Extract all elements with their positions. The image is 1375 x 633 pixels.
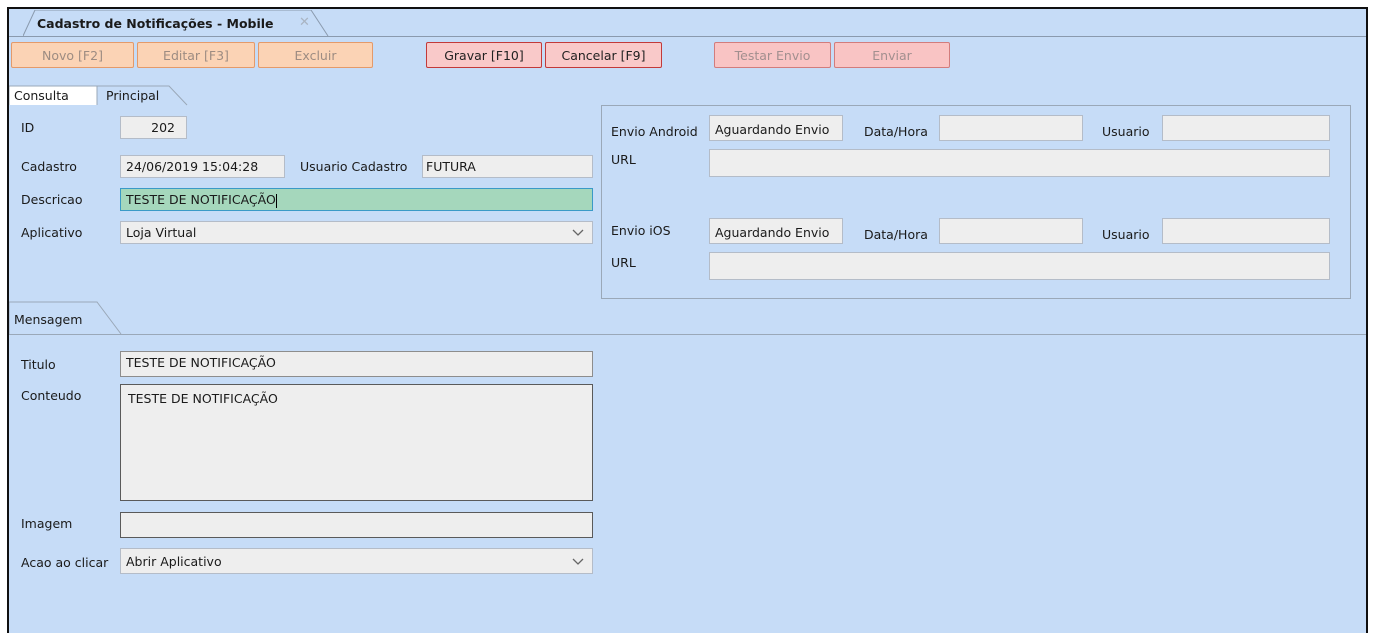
editar-button[interactable]: Editar [F3] bbox=[137, 42, 255, 68]
envio-android-status[interactable]: Aguardando Envio bbox=[709, 115, 843, 141]
titulo-field[interactable]: TESTE DE NOTIFICAÇÃO bbox=[120, 351, 593, 377]
mensagem-divider bbox=[9, 334, 1366, 335]
close-icon[interactable]: ✕ bbox=[299, 15, 310, 30]
form-window: Cadastro de Notificações - Mobile ✕ Novo… bbox=[7, 7, 1368, 633]
ios-datahora-label: Data/Hora bbox=[864, 227, 928, 242]
android-usuario-label: Usuario bbox=[1102, 124, 1150, 139]
gravar-button[interactable]: Gravar [F10] bbox=[426, 42, 542, 68]
envio-ios-status[interactable]: Aguardando Envio bbox=[709, 218, 843, 244]
descricao-value: TESTE DE NOTIFICAÇÃO bbox=[126, 192, 276, 207]
tab-mensagem[interactable]: Mensagem bbox=[14, 312, 82, 327]
novo-button[interactable]: Novo [F2] bbox=[11, 42, 134, 68]
ios-url-label: URL bbox=[611, 255, 636, 270]
chevron-down-icon[interactable] bbox=[572, 553, 584, 572]
android-usuario-field[interactable] bbox=[1162, 115, 1330, 141]
aplicativo-select[interactable]: Loja Virtual bbox=[120, 221, 593, 244]
android-datahora-label: Data/Hora bbox=[864, 124, 928, 139]
ios-datahora-field[interactable] bbox=[939, 218, 1083, 244]
envio-ios-label: Envio iOS bbox=[611, 223, 671, 238]
envio-android-label: Envio Android bbox=[611, 124, 698, 139]
testar-envio-button[interactable]: Testar Envio bbox=[714, 42, 831, 68]
acao-label: Acao ao clicar bbox=[21, 555, 109, 570]
enviar-button[interactable]: Enviar bbox=[834, 42, 950, 68]
imagem-field[interactable] bbox=[120, 512, 593, 538]
cadastro-field[interactable]: 24/06/2019 15:04:28 bbox=[120, 155, 285, 178]
tab-divider bbox=[9, 36, 1366, 37]
android-url-label: URL bbox=[611, 152, 636, 167]
android-url-field[interactable] bbox=[709, 149, 1330, 177]
tab-principal[interactable]: Principal bbox=[106, 88, 159, 103]
text-cursor bbox=[275, 193, 277, 208]
acao-select[interactable]: Abrir Aplicativo bbox=[120, 548, 593, 574]
ios-usuario-label: Usuario bbox=[1102, 227, 1150, 242]
descricao-input[interactable]: TESTE DE NOTIFICAÇÃO bbox=[120, 188, 593, 211]
usuario-cadastro-label: Usuario Cadastro bbox=[300, 159, 408, 174]
conteudo-textarea[interactable]: TESTE DE NOTIFICAÇÃO bbox=[120, 384, 593, 501]
aplicativo-label: Aplicativo bbox=[21, 225, 83, 240]
tab-consulta[interactable]: Consulta bbox=[14, 88, 69, 103]
excluir-button[interactable]: Excluir bbox=[258, 42, 373, 68]
document-tab[interactable]: Cadastro de Notificações - Mobile ✕ bbox=[23, 10, 329, 37]
usuario-cadastro-field[interactable]: FUTURA bbox=[422, 155, 593, 178]
document-tab-title: Cadastro de Notificações - Mobile bbox=[37, 16, 274, 31]
aplicativo-value: Loja Virtual bbox=[126, 225, 197, 240]
cancelar-button[interactable]: Cancelar [F9] bbox=[545, 42, 662, 68]
id-label: ID bbox=[21, 120, 35, 135]
ios-url-field[interactable] bbox=[709, 252, 1330, 280]
cadastro-label: Cadastro bbox=[21, 159, 77, 174]
descricao-label: Descricao bbox=[21, 192, 83, 207]
imagem-label: Imagem bbox=[21, 516, 73, 531]
chevron-down-icon[interactable] bbox=[572, 224, 584, 243]
ios-usuario-field[interactable] bbox=[1162, 218, 1330, 244]
android-datahora-field[interactable] bbox=[939, 115, 1083, 141]
titulo-label: Titulo bbox=[21, 357, 56, 372]
acao-value: Abrir Aplicativo bbox=[126, 554, 222, 569]
conteudo-label: Conteudo bbox=[21, 388, 82, 403]
id-field[interactable]: 202 bbox=[120, 116, 187, 139]
